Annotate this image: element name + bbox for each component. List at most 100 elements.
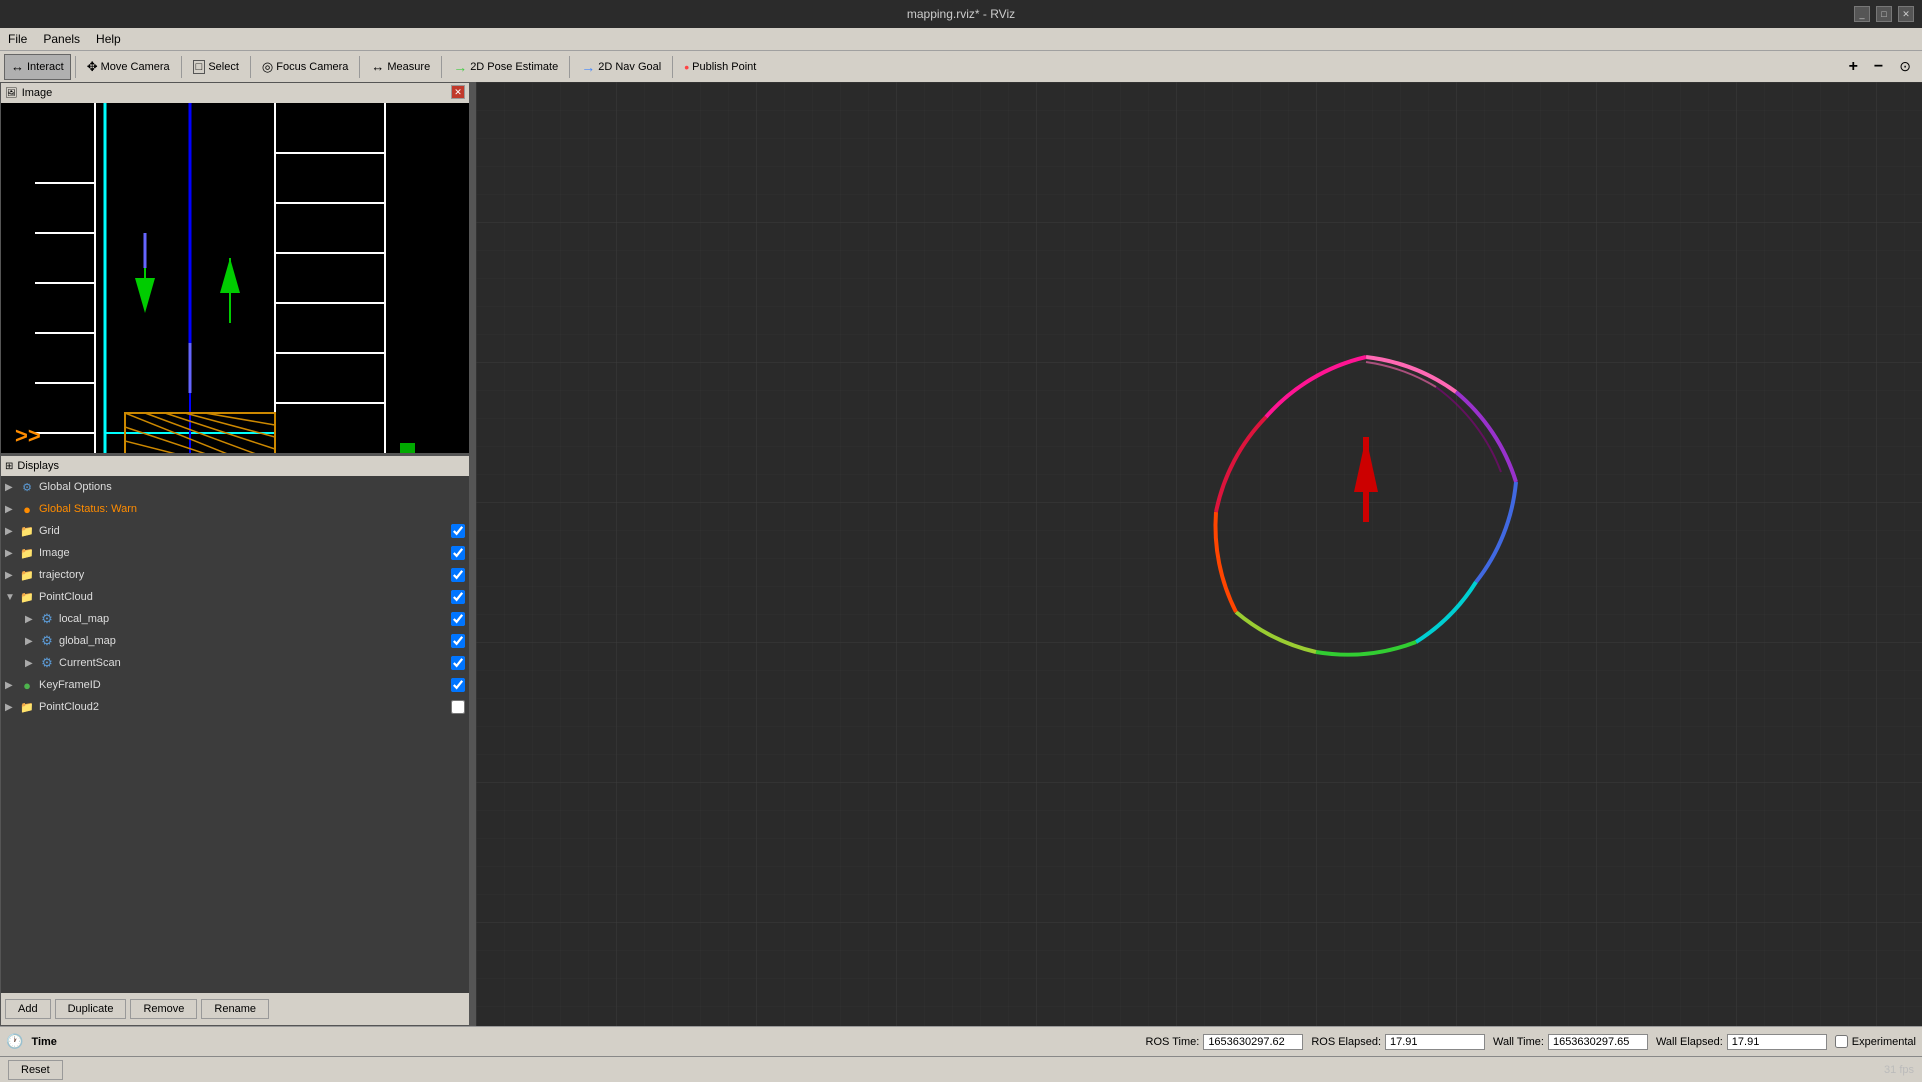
local-map-checkbox[interactable] [451,612,465,626]
global-status-icon: ● [19,501,35,517]
image-canvas: >> [1,103,469,453]
menu-bar: File Panels Help [0,28,1922,50]
expand-icon: ▶ [25,658,39,669]
display-item-grid[interactable]: ▶ 📁 Grid [1,520,469,542]
pointcloud2-label: PointCloud2 [39,701,447,713]
remove-button[interactable]: Remove [130,999,197,1019]
displays-title: Displays [17,460,59,472]
reset-button[interactable]: Reset [8,1060,63,1080]
display-item-pointcloud[interactable]: ▼ 📁 PointCloud [1,586,469,608]
trajectory-label: trajectory [39,569,447,581]
global-status-label: Global Status: Warn [39,503,465,515]
image-label: Image [39,547,447,559]
expand-icon: ▶ [5,482,19,493]
toolbar-separator-5 [441,56,442,78]
tool-publish-point[interactable]: • Publish Point [677,54,763,80]
keyframeid-icon: ● [19,677,35,693]
toolbar: ↔ Interact ✥ Move Camera □ Select ◎ Focu… [0,50,1922,82]
zoom-reset-button[interactable]: ⊙ [1892,54,1918,80]
display-item-global-map[interactable]: ▶ ⚙ global_map [1,630,469,652]
displays-list: ▶ ⚙ Global Options ▶ ● Global Status: Wa… [1,476,469,993]
pointcloud2-checkbox[interactable] [451,700,465,714]
tool-select[interactable]: □ Select [186,54,246,80]
zoom-out-icon: − [1874,58,1883,76]
tool-interact[interactable]: ↔ Interact [4,54,71,80]
display-item-keyframeid[interactable]: ▶ ● KeyFrameID [1,674,469,696]
tool-publish-label: Publish Point [692,61,756,73]
ros-elapsed-section: ROS Elapsed: 17.91 [1311,1034,1485,1050]
tool-focus-camera[interactable]: ◎ Focus Camera [255,54,355,80]
pointcloud2-icon: 📁 [19,699,35,715]
grid-canvas [476,82,1922,1026]
fps-display: 31 fps [1884,1064,1914,1076]
image-panel: 🖼 Image ✕ [0,82,470,452]
ros-time-section: ROS Time: 1653630297.62 [1146,1034,1304,1050]
tool-measure-label: Measure [387,61,430,73]
expand-icon: ▶ [5,680,19,691]
image-panel-close[interactable]: ✕ [451,85,465,99]
grid-checkbox[interactable] [451,524,465,538]
displays-icon: ⊞ [5,461,13,472]
local-map-label: local_map [59,613,447,625]
select-icon: □ [193,60,206,74]
title-bar: mapping.rviz* - RViz _ □ ✕ [0,0,1922,28]
experimental-label: Experimental [1852,1036,1916,1048]
zoom-in-button[interactable]: + [1842,54,1865,80]
image-checkbox[interactable] [451,546,465,560]
currentscan-icon: ⚙ [39,655,55,671]
maximize-button[interactable]: □ [1876,6,1892,22]
tool-2d-nav[interactable]: → 2D Nav Goal [574,54,668,80]
menu-file[interactable]: File [0,28,35,50]
display-item-currentscan[interactable]: ▶ ⚙ CurrentScan [1,652,469,674]
ros-time-value: 1653630297.62 [1203,1034,1303,1050]
menu-help[interactable]: Help [88,28,129,50]
close-button[interactable]: ✕ [1898,6,1914,22]
image-panel-title: Image [22,87,53,99]
pose-icon: → [453,59,467,75]
currentscan-label: CurrentScan [59,657,447,669]
display-item-local-map[interactable]: ▶ ⚙ local_map [1,608,469,630]
display-item-pointcloud2[interactable]: ▶ 📁 PointCloud2 [1,696,469,718]
nav-icon: → [581,59,595,75]
display-item-trajectory[interactable]: ▶ 📁 trajectory [1,564,469,586]
display-item-global-status[interactable]: ▶ ● Global Status: Warn [1,498,469,520]
clock-icon: 🕐 [6,1033,23,1050]
global-options-label: Global Options [39,481,465,493]
time-bar: 🕐 Time ROS Time: 1653630297.62 ROS Elaps… [0,1026,1922,1056]
keyframeid-checkbox[interactable] [451,678,465,692]
displays-header: ⊞ Displays [1,456,469,476]
display-item-image[interactable]: ▶ 📁 Image [1,542,469,564]
svg-text:>>: >> [15,423,41,448]
measure-icon: ↔ [371,59,384,74]
expand-icon: ▶ [25,636,39,647]
wall-time-label: Wall Time: [1493,1036,1544,1048]
focus-icon: ◎ [262,59,273,75]
expand-icon: ▼ [5,592,19,603]
3d-view[interactable] [476,82,1922,1026]
add-button[interactable]: Add [5,999,51,1019]
toolbar-separator-2 [181,56,182,78]
tool-measure[interactable]: ↔ Measure [364,54,437,80]
experimental-checkbox[interactable] [1835,1035,1848,1048]
wall-time-value: 1653630297.65 [1548,1034,1648,1050]
pointcloud-checkbox[interactable] [451,590,465,604]
ros-elapsed-label: ROS Elapsed: [1311,1036,1381,1048]
point-icon: • [684,59,689,75]
ros-elapsed-value: 17.91 [1385,1034,1485,1050]
rename-button[interactable]: Rename [201,999,269,1019]
display-item-global-options[interactable]: ▶ ⚙ Global Options [1,476,469,498]
minimize-button[interactable]: _ [1854,6,1870,22]
tool-focus-label: Focus Camera [276,61,348,73]
trajectory-checkbox[interactable] [451,568,465,582]
duplicate-button[interactable]: Duplicate [55,999,127,1019]
currentscan-checkbox[interactable] [451,656,465,670]
tool-move-camera[interactable]: ✥ Move Camera [80,54,177,80]
tool-move-label: Move Camera [101,61,170,73]
left-panel: 🖼 Image ✕ [0,82,470,1026]
zoom-out-button[interactable]: − [1867,54,1890,80]
ros-time-label: ROS Time: [1146,1036,1200,1048]
menu-panels[interactable]: Panels [35,28,88,50]
image-svg: >> [1,103,469,453]
global-map-checkbox[interactable] [451,634,465,648]
tool-2d-pose[interactable]: → 2D Pose Estimate [446,54,565,80]
